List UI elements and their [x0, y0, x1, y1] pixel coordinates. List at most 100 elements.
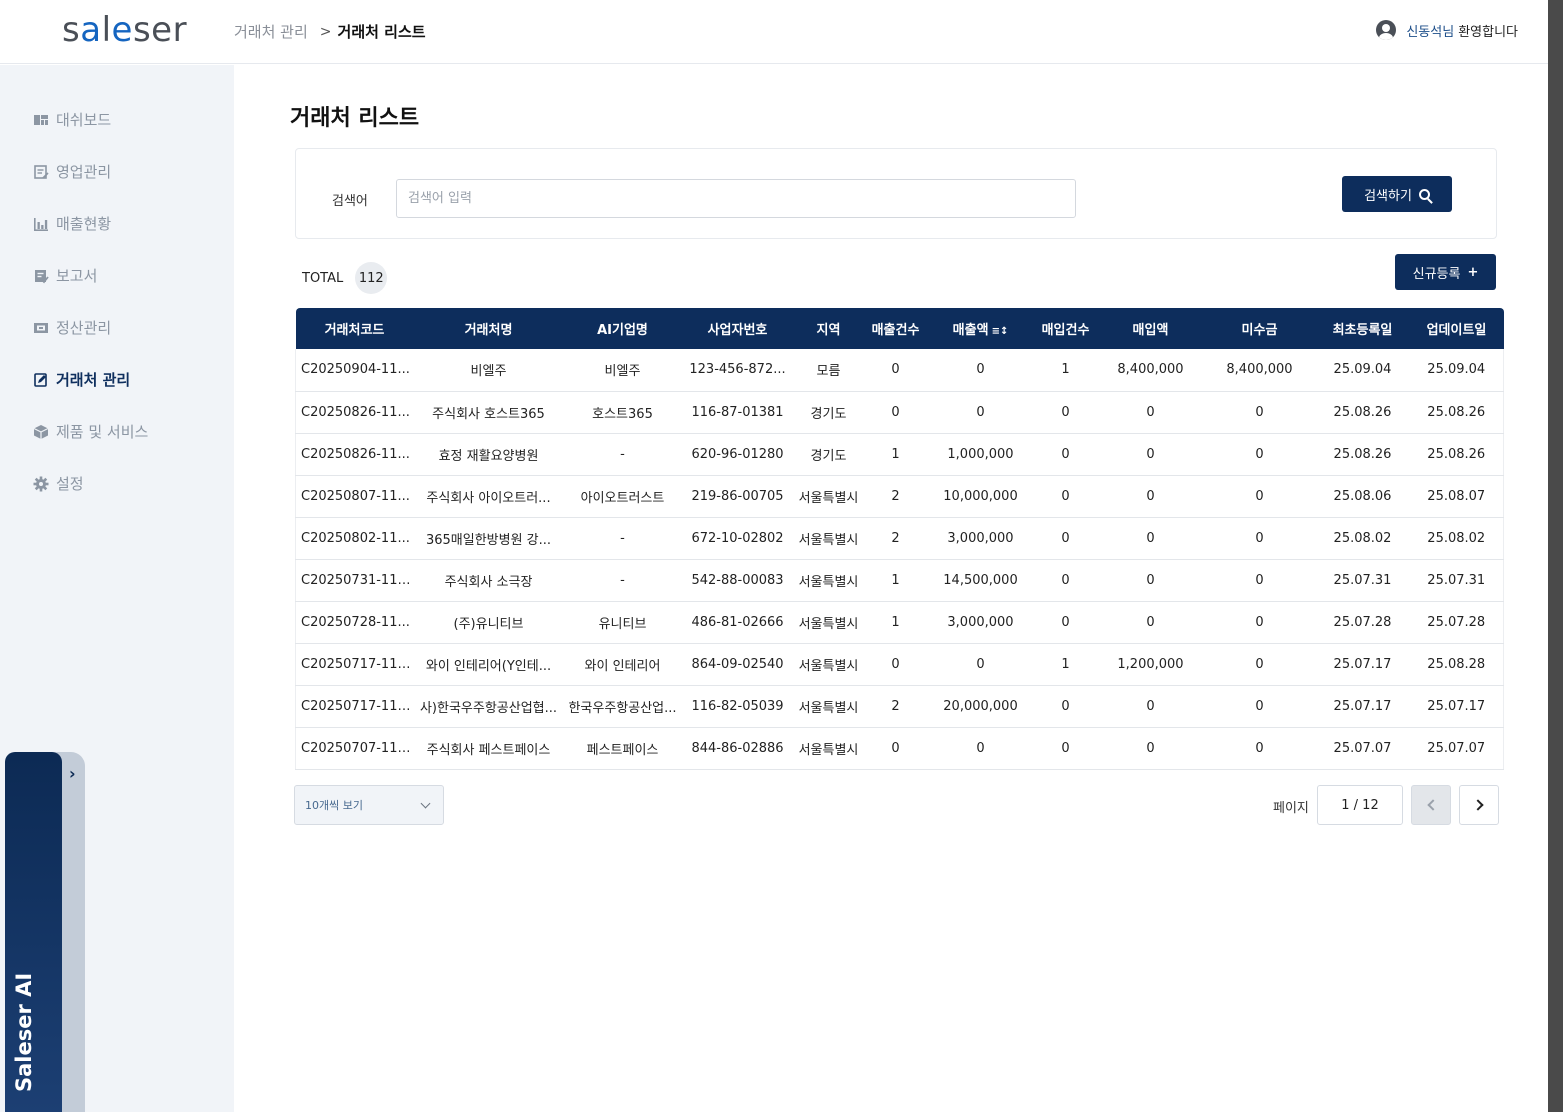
table-cell: 0	[1097, 517, 1204, 560]
table-cell: 116-82-05039	[681, 685, 794, 728]
column-header[interactable]: 지역	[794, 308, 864, 349]
column-header[interactable]: 사업자번호	[682, 308, 794, 349]
chevron-down-icon	[420, 798, 431, 809]
table-cell: 서울특별시	[793, 685, 864, 728]
table-cell: 25.07.31	[1315, 559, 1410, 602]
table-cell: 123-456-872...	[681, 349, 794, 392]
table-cell: 620-96-01280	[681, 433, 794, 476]
table-cell: 25.08.26	[1315, 391, 1410, 434]
table-cell: 와이 인테리어(Y인테...	[413, 643, 564, 686]
column-header[interactable]: 업데이트일	[1410, 308, 1504, 349]
next-page-button[interactable]	[1459, 785, 1499, 825]
table-cell: 0	[1033, 391, 1098, 434]
table-cell: 0	[1097, 601, 1204, 644]
column-header[interactable]: 매출건수	[864, 308, 928, 349]
table-cell: 2	[863, 685, 928, 728]
sidebar-item-settings[interactable]: 설정	[33, 473, 84, 494]
table-row[interactable]: C20250904-11... 비엘주 비엘주 123-456-872... 모름 0 0 1…	[295, 349, 1504, 392]
column-header-sortable[interactable]: 매출액 ≡↕	[928, 308, 1034, 349]
table-cell: 주식회사 호스트365	[413, 391, 564, 434]
table-cell: C20250807-11...	[295, 475, 414, 518]
table-cell: 모름	[793, 349, 864, 392]
table-row[interactable]: C20250717-110... 사)한국우주항공산업협... 한국우주항공산업..…	[295, 685, 1504, 728]
table-cell: 3,000,000	[927, 517, 1034, 560]
table-cell: 0	[1033, 685, 1098, 728]
total-label: TOTAL	[302, 270, 344, 286]
table-cell: 0	[863, 391, 928, 434]
page-label: 페이지	[1273, 801, 1309, 816]
table-cell: 2	[863, 517, 928, 560]
column-header[interactable]: 매입액	[1098, 308, 1204, 349]
column-header[interactable]: 매입건수	[1034, 308, 1098, 349]
table-cell: 0	[1203, 475, 1316, 518]
table-cell: 주식회사 소극장	[413, 559, 564, 602]
sidebar-item-report[interactable]: 보고서	[33, 265, 97, 286]
table-cell: 0	[1033, 601, 1098, 644]
user-menu[interactable]: 신동석님 환영합니다	[1376, 20, 1518, 40]
table-cell: 1,200,000	[1097, 643, 1204, 686]
table-cell: 0	[927, 349, 1034, 392]
breadcrumb-parent[interactable]: 거래처 관리	[234, 21, 308, 42]
table-cell: C20250717-112...	[295, 643, 414, 686]
table-cell: C20250826-11...	[295, 391, 414, 434]
table-cell: -	[563, 517, 682, 560]
search-input[interactable]	[396, 179, 1076, 218]
table-row[interactable]: C20250731-112... 주식회사 소극장 -542-88-00083 서울특…	[295, 559, 1504, 602]
sidebar-item-revenue[interactable]: 매출현황	[33, 213, 111, 234]
sort-icon[interactable]: ≡↕	[992, 326, 1009, 337]
table-cell: -	[563, 433, 682, 476]
breadcrumb: 거래처 관리 > 거래처 리스트	[234, 21, 426, 42]
table-cell: 1	[1033, 349, 1098, 392]
settlement-icon	[34, 322, 48, 333]
breadcrumb-current: 거래처 리스트	[337, 23, 426, 41]
table-cell: 25.07.28	[1315, 601, 1410, 644]
table-row[interactable]: C20250707-112... 주식회사 페스트페이스 페스트페이스 844-86-…	[295, 727, 1504, 770]
search-label: 검색어	[332, 194, 368, 209]
column-header[interactable]: 거래처명	[414, 308, 564, 349]
page-size-select[interactable]: 10개씩 보기	[294, 785, 444, 825]
table-cell: 페스트페이스	[563, 727, 682, 770]
table-row[interactable]: C20250717-112... 와이 인테리어(Y인테... 와이 인테리어 864…	[295, 643, 1504, 686]
table-row[interactable]: C20250802-11... 365매일한방병원 강... -672-10-028…	[295, 517, 1504, 560]
search-button[interactable]: 검색하기	[1342, 176, 1452, 212]
saleser-logo[interactable]: saleser	[62, 10, 187, 50]
table-cell: 서울특별시	[793, 517, 864, 560]
column-header[interactable]: 거래처코드	[296, 308, 414, 349]
chevron-right-icon	[1472, 799, 1484, 811]
table-cell: 864-09-02540	[681, 643, 794, 686]
table-cell: 1	[863, 433, 928, 476]
ai-panel-expand-icon[interactable]: ›	[69, 764, 76, 783]
page-indicator[interactable]: 1 / 12	[1317, 785, 1403, 825]
table-cell: 25.08.26	[1315, 433, 1410, 476]
table-cell: 365매일한방병원 강...	[413, 517, 564, 560]
sidebar-item-sales[interactable]: 영업관리	[33, 161, 111, 182]
table-cell: 844-86-02886	[681, 727, 794, 770]
table-cell: 25.07.07	[1315, 727, 1410, 770]
table-cell: 와이 인테리어	[563, 643, 682, 686]
sidebar-item-settlement[interactable]: 정산관리	[33, 317, 111, 338]
client-edit-icon	[34, 372, 47, 387]
user-avatar-icon	[1376, 20, 1397, 40]
sidebar-item-clients[interactable]: 거래처 관리	[33, 369, 130, 390]
table-row[interactable]: C20250807-11... 주식회사 아이오트러... 아이오트러스트 219-8…	[295, 475, 1504, 518]
column-header[interactable]: AI기업명	[564, 308, 682, 349]
column-header[interactable]: 미수금	[1204, 308, 1316, 349]
table-cell: 20,000,000	[927, 685, 1034, 728]
column-header[interactable]: 최초등록일	[1316, 308, 1410, 349]
table-cell: 25.08.28	[1409, 643, 1504, 686]
page-scrollbar[interactable]	[1548, 0, 1563, 1112]
table-cell: 유니티브	[563, 601, 682, 644]
chevron-left-icon	[1427, 799, 1439, 811]
new-register-button[interactable]: 신규등록 +	[1395, 254, 1496, 290]
prev-page-button[interactable]	[1411, 785, 1451, 825]
sidebar-item-dashboard[interactable]: 대쉬보드	[33, 109, 111, 130]
table-cell: 25.07.17	[1409, 685, 1504, 728]
table-cell: 0	[1203, 391, 1316, 434]
sidebar-item-products[interactable]: 제품 및 서비스	[33, 421, 148, 442]
table-row[interactable]: C20250826-11... 주식회사 호스트365 호스트365 116-87-0…	[295, 391, 1504, 434]
table-row[interactable]: C20250826-11... 효정 재활요양병원 -620-96-01280 경기도…	[295, 433, 1504, 476]
table-row[interactable]: C20250728-11... (주)유니티브 유니티브 486-81-02666 서울…	[295, 601, 1504, 644]
table-cell: 효정 재활요양병원	[413, 433, 564, 476]
table-cell: 25.07.28	[1409, 601, 1504, 644]
table-cell: 25.07.07	[1409, 727, 1504, 770]
